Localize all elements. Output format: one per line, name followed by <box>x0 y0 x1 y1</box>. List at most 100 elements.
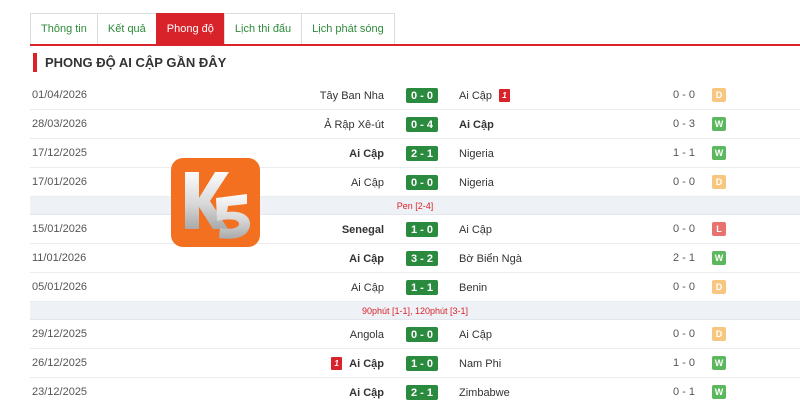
home-team[interactable]: Senegal <box>342 215 384 244</box>
away-team-name: Ai Cập <box>459 89 493 102</box>
tab-bar: Thông tin Kết quả Phong độ Lịch thi đấu Lịch… <box>30 13 395 44</box>
penalty-note-row: Pen [2-4] <box>30 197 800 215</box>
match-row[interactable]: 17/12/2025 Ai Cập 2 - 1 Nigeria 1 - 1 W <box>30 139 800 168</box>
match-row[interactable]: 26/12/2025 1 Ai Cập 1 - 0 Nam Phi 1 - 0 W <box>30 349 800 378</box>
score-badge[interactable]: 0 - 0 <box>406 88 438 103</box>
away-team-name: Zimbabwe <box>459 386 510 399</box>
away-team-name: Ai Cập <box>459 223 493 236</box>
home-team[interactable]: Ả Rập Xê-út <box>324 110 384 139</box>
away-team-name: Nigeria <box>459 147 494 160</box>
half-time-score: 0 - 0 <box>673 223 696 235</box>
half-time-score: 0 - 0 <box>673 89 696 101</box>
tab-lich-thi-dau[interactable]: Lịch thi đấu <box>223 13 303 44</box>
red-card-icon: 1 <box>499 89 511 102</box>
away-team-name: Ai Cập <box>459 328 493 341</box>
score-badge[interactable]: 3 - 2 <box>406 251 438 266</box>
score-badge[interactable]: 0 - 4 <box>406 117 438 132</box>
away-team-name: Ai Cập <box>459 118 494 131</box>
result-badge: W <box>712 385 726 399</box>
result-badge: W <box>712 146 726 160</box>
match-row[interactable]: 23/12/2025 Ai Cập 2 - 1 Zimbabwe 0 - 1 W <box>30 378 800 400</box>
home-team-name: Tây Ban Nha <box>319 89 384 102</box>
tab-lich-phat-song[interactable]: Lịch phát sóng <box>301 13 395 44</box>
match-date: 26/12/2025 <box>32 357 88 369</box>
away-team[interactable]: Nigeria <box>459 139 494 168</box>
result-badge: D <box>712 280 726 294</box>
match-row[interactable]: 15/01/2026 Senegal 1 - 0 Ai Cập 0 - 0 L <box>30 215 800 244</box>
away-team[interactable]: Nam Phi <box>459 349 501 378</box>
home-team-name: Ả Rập Xê-út <box>324 118 384 131</box>
match-row[interactable]: 05/01/2026 Ai Cập 1 - 1 Benin 0 - 0 D <box>30 273 800 302</box>
home-team-name: Ai Cập <box>349 357 384 370</box>
score-badge[interactable]: 1 - 0 <box>406 222 438 237</box>
away-team-name: Bờ Biển Ngà <box>459 252 522 265</box>
home-team[interactable]: Ai Cập <box>349 378 384 400</box>
result-badge: D <box>712 88 726 102</box>
score-badge[interactable]: 2 - 1 <box>406 146 438 161</box>
home-team-name: Ai Cập <box>349 386 384 399</box>
home-team-name: Angola <box>349 328 384 341</box>
home-team-name: Ai Cập <box>349 252 384 265</box>
half-time-score: 1 - 1 <box>673 147 696 159</box>
score-badge[interactable]: 1 - 0 <box>406 356 438 371</box>
tab-ket-qua[interactable]: Kết quả <box>96 13 157 44</box>
half-time-score: 0 - 3 <box>673 118 696 130</box>
result-badge: D <box>712 327 726 341</box>
away-team[interactable]: Ai Cập <box>459 320 492 349</box>
match-row[interactable]: 17/01/2026 Ai Cập 0 - 0 Nigeria 0 - 0 D <box>30 168 800 197</box>
match-row[interactable]: 01/04/2026 Tây Ban Nha 0 - 0 Ai Cập 1 0 - 0 D <box>30 81 800 110</box>
half-time-score: 2 - 1 <box>673 252 696 264</box>
half-time-score: 1 - 0 <box>673 357 696 369</box>
away-team[interactable]: Ai Cập <box>459 215 492 244</box>
score-badge[interactable]: 0 - 0 <box>406 327 438 342</box>
half-time-score: 0 - 1 <box>673 386 696 398</box>
section-title: PHONG ĐỘ AI CẬP GẦN ĐÂY <box>33 53 226 72</box>
away-team[interactable]: Benin <box>459 273 487 302</box>
match-date: 17/12/2025 <box>32 147 88 159</box>
match-date: 17/01/2026 <box>32 176 88 188</box>
k5-logo <box>171 158 260 247</box>
match-date: 05/01/2026 <box>32 281 88 293</box>
match-date: 23/12/2025 <box>32 386 88 398</box>
away-team[interactable]: Bờ Biển Ngà <box>459 244 522 273</box>
result-badge: W <box>712 251 726 265</box>
away-team[interactable]: Nigeria <box>459 168 494 197</box>
match-date: 29/12/2025 <box>32 328 88 340</box>
home-team[interactable]: Ai Cập <box>349 244 384 273</box>
penalty-note: 90phút [1-1], 120phút [3-1] <box>361 306 469 316</box>
match-date: 15/01/2026 <box>32 223 88 235</box>
tab-phong-do[interactable]: Phong độ <box>155 13 225 44</box>
home-team[interactable]: Angola <box>350 320 384 349</box>
match-list: 01/04/2026 Tây Ban Nha 0 - 0 Ai Cập 1 0 - 0D2… <box>30 81 800 400</box>
half-time-score: 0 - 0 <box>673 176 696 188</box>
home-team-name: Ai Cập <box>349 147 384 160</box>
home-team[interactable]: Ai Cập <box>351 273 384 302</box>
home-team-name: Ai Cập <box>350 281 384 294</box>
home-team-name: Senegal <box>341 223 384 236</box>
away-team-name: Nam Phi <box>459 357 502 370</box>
match-row[interactable]: 29/12/2025 Angola 0 - 0 Ai Cập 0 - 0 D <box>30 320 800 349</box>
away-team[interactable]: Ai Cập 1 <box>459 81 511 110</box>
home-team[interactable]: 1 Ai Cập <box>331 349 384 378</box>
penalty-note: Pen [2-4] <box>396 201 434 211</box>
penalty-note-row: 90phút [1-1], 120phút [3-1] <box>30 302 800 320</box>
red-card-icon: 1 <box>331 357 343 370</box>
score-badge[interactable]: 0 - 0 <box>406 175 438 190</box>
half-time-score: 0 - 0 <box>673 328 696 340</box>
away-team[interactable]: Ai Cập <box>459 110 494 139</box>
match-row[interactable]: 28/03/2026 Ả Rập Xê-út 0 - 4 Ai Cập 0 - 3 W <box>30 110 800 139</box>
score-badge[interactable]: 1 - 1 <box>406 280 438 295</box>
home-team[interactable]: Ai Cập <box>349 139 384 168</box>
score-badge[interactable]: 2 - 1 <box>406 385 438 400</box>
result-badge: D <box>712 175 726 189</box>
tab-thong-tin[interactable]: Thông tin <box>30 13 98 44</box>
match-date: 11/01/2026 <box>32 252 87 264</box>
home-team[interactable]: Tây Ban Nha <box>320 81 384 110</box>
home-team[interactable]: Ai Cập <box>351 168 384 197</box>
match-date: 01/04/2026 <box>32 89 88 101</box>
result-badge: L <box>712 222 726 236</box>
away-team[interactable]: Zimbabwe <box>459 378 510 400</box>
match-row[interactable]: 11/01/2026 Ai Cập 3 - 2 Bờ Biển Ngà 2 - 1 W <box>30 244 800 273</box>
result-badge: W <box>712 117 726 131</box>
home-team-name: Ai Cập <box>350 176 384 189</box>
